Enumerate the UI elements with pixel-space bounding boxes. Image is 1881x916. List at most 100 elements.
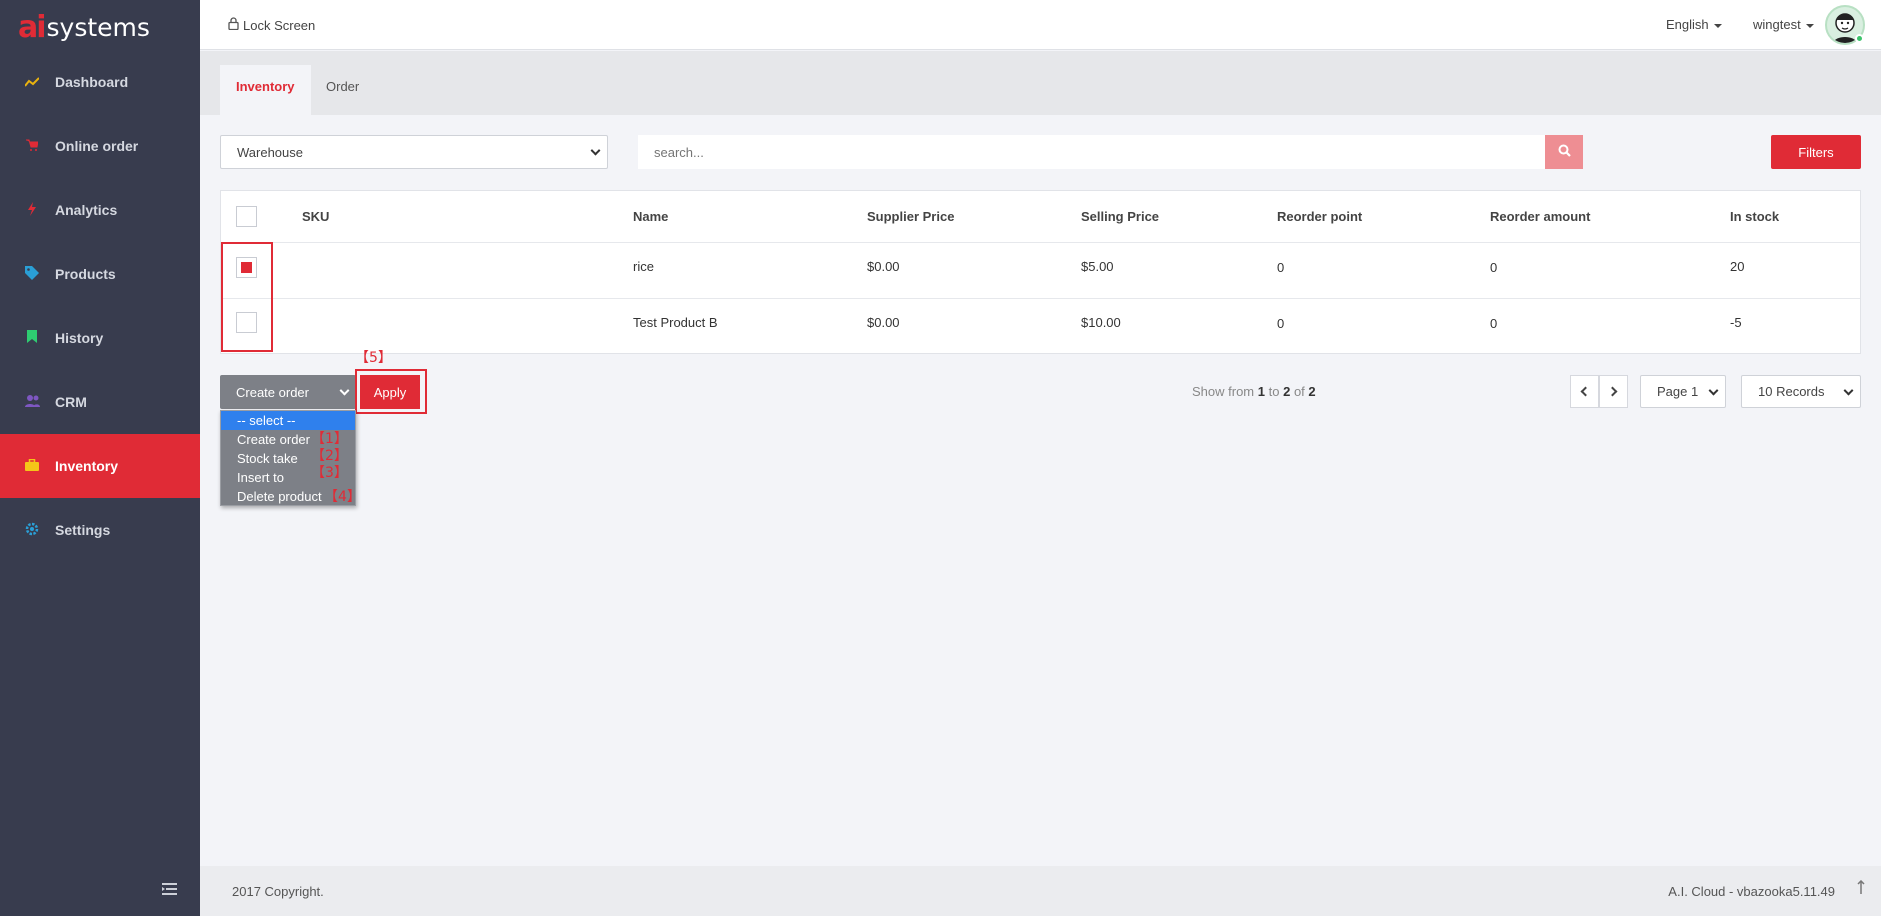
chevron-down-icon [1843,385,1854,396]
warehouse-select[interactable]: Warehouse [220,135,608,169]
sidebar-item-inventory[interactable]: Inventory [0,434,200,498]
next-page-button[interactable] [1599,375,1628,408]
cell-name: Test Product B [633,315,718,330]
warehouse-select-value: Warehouse [237,144,303,160]
version-text: A.I. Cloud - vbazooka5.11.49 [1668,884,1835,899]
bookmark-icon [22,330,42,346]
username-label: wingtest [1753,17,1801,32]
cell-selling-price: $5.00 [1081,259,1114,274]
logo-text: systems [46,12,150,42]
column-header-reorder-point[interactable]: Reorder point [1277,209,1362,224]
top-bar: Lock Screen English wingtest [200,0,1881,50]
search-icon [1558,144,1571,160]
logo-mark: ai [18,9,46,45]
annotation-marker-5: 【5】 [355,350,392,366]
cell-supplier-price: $0.00 [867,259,900,274]
records-summary-prefix: Show from [1192,384,1255,399]
records-summary: Show from 1 to 2 of 2 [1192,384,1316,399]
sidebar-toggle-icon[interactable] [162,882,177,900]
sidebar-item-label: Settings [55,522,111,538]
sidebar-item-crm[interactable]: CRM [0,370,200,434]
sidebar: ai systems Dashboard Online order Analyt… [0,0,200,916]
records-to-word: to [1268,384,1280,399]
apply-button[interactable]: Apply [360,375,420,409]
inventory-table: SKU Name Supplier Price Selling Price Re… [220,190,1861,354]
lock-screen-label: Lock Screen [243,17,316,33]
lock-screen-button[interactable]: Lock Screen [228,17,315,33]
sidebar-item-label: Products [55,266,116,282]
sidebar-item-history[interactable]: History [0,306,200,370]
briefcase-icon [22,458,42,474]
annotation-marker-4: 【4】 [324,489,361,505]
cell-reorder-point: 0 [1277,260,1285,275]
cell-reorder-amount: 0 [1490,260,1498,275]
bulk-action-value: Create order [236,384,309,400]
sidebar-item-label: Analytics [55,202,118,218]
tab-inventory[interactable]: Inventory [220,65,311,115]
cell-in-stock: 20 [1730,259,1745,274]
records-of-word: of [1293,384,1305,399]
sidebar-item-label: History [55,330,104,346]
row-divider [221,298,1860,299]
annotation-marker-3: 【3】 [311,465,348,481]
sidebar-item-online-order[interactable]: Online order [0,114,200,178]
language-dropdown[interactable]: English [1666,17,1722,32]
tab-bar: Inventory Order [200,51,1881,115]
online-status-dot [1855,34,1864,43]
sidebar-item-settings[interactable]: Settings [0,498,200,562]
records-total: 2 [1308,384,1316,399]
sidebar-item-products[interactable]: Products [0,242,200,306]
lock-icon [228,17,239,33]
chevron-down-icon [339,385,350,396]
cell-name: rice [633,259,654,274]
sidebar-item-label: Online order [55,138,139,154]
cart-icon [22,138,42,154]
footer: 2017 Copyright. A.I. Cloud - vbazooka5.1… [200,866,1881,916]
filters-button[interactable]: Filters [1771,135,1861,169]
bulk-action-select[interactable]: Create order [220,375,356,409]
chevron-down-icon [1708,385,1719,396]
search-input[interactable] [638,135,1545,169]
checkbox-highlight-box [221,242,273,352]
chevron-left-icon [1580,386,1591,397]
records-to: 2 [1283,384,1291,399]
tag-icon [22,265,42,283]
select-all-checkbox[interactable] [236,206,257,227]
cell-supplier-price: $0.00 [867,315,900,330]
sidebar-item-label: Dashboard [55,74,129,90]
chevron-right-icon [1607,386,1618,397]
records-from: 1 [1257,384,1265,399]
records-per-page-select[interactable]: 10 Records [1741,375,1861,408]
user-dropdown[interactable]: wingtest [1753,17,1814,32]
records-per-page-value: 10 Records [1758,384,1825,399]
tab-order[interactable]: Order [310,65,375,115]
column-header-reorder-amount[interactable]: Reorder amount [1490,209,1590,224]
column-header-sku[interactable]: SKU [302,209,329,224]
sidebar-nav: Dashboard Online order Analytics Product… [0,50,200,562]
bolt-icon [22,201,42,219]
page-select-value: Page 1 [1657,384,1699,399]
cell-selling-price: $10.00 [1081,315,1121,330]
cell-in-stock: -5 [1730,315,1742,330]
search-button[interactable] [1545,135,1583,169]
scroll-to-top-icon[interactable] [1857,879,1865,899]
sidebar-item-label: CRM [55,394,87,410]
column-header-in-stock[interactable]: In stock [1730,209,1779,224]
logo[interactable]: ai systems [0,0,200,54]
row-divider [221,242,1860,243]
copyright-text: 2017 Copyright. [232,884,324,899]
sidebar-item-analytics[interactable]: Analytics [0,178,200,242]
caret-down-icon [1713,23,1722,28]
chevron-down-icon [590,145,601,156]
sidebar-item-label: Inventory [55,458,119,474]
gear-icon [22,522,42,539]
caret-down-icon [1805,23,1814,28]
sidebar-item-dashboard[interactable]: Dashboard [0,50,200,114]
column-header-selling-price[interactable]: Selling Price [1081,209,1159,224]
column-header-name[interactable]: Name [633,209,668,224]
language-label: English [1666,17,1709,32]
column-header-supplier-price[interactable]: Supplier Price [867,209,954,224]
users-icon [22,394,42,410]
prev-page-button[interactable] [1570,375,1599,408]
page-select[interactable]: Page 1 [1640,375,1726,408]
